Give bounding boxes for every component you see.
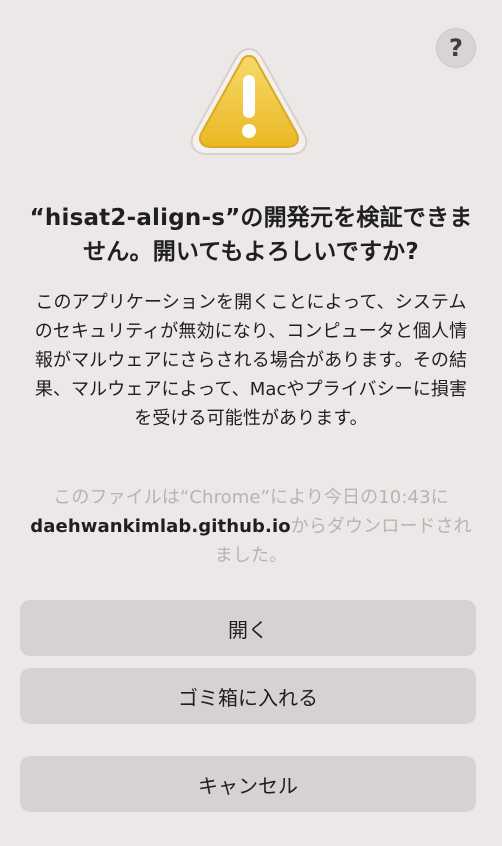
- question-mark-icon: ?: [449, 34, 463, 62]
- warning-triangle-icon: [190, 47, 308, 155]
- cancel-button-label: キャンセル: [198, 773, 298, 798]
- help-button[interactable]: ?: [436, 28, 476, 68]
- dialog-title: “hisat2-align-s”の開発元を検証できません。開いてもよろしいですか…: [29, 205, 473, 265]
- cancel-button[interactable]: キャンセル: [20, 756, 476, 812]
- move-to-trash-button[interactable]: ゴミ箱に入れる: [20, 668, 476, 724]
- security-dialog: ? “hisat2-align-s”の開発元を検証できません。開いてもよろしいで…: [0, 0, 502, 846]
- open-button[interactable]: 開く: [20, 600, 476, 656]
- dialog-message: このアプリケーションを開くことによって、システムのセキュリティが無効になり、コン…: [34, 292, 468, 429]
- source-domain: daehwankimlab.github.io: [30, 516, 291, 537]
- source-prefix: このファイルは“Chrome”により今日の10:43に: [53, 487, 449, 508]
- open-button-label: 開く: [228, 617, 268, 642]
- download-source-text: このファイルは“Chrome”により今日の10:43に daehwankimlab…: [28, 483, 474, 570]
- move-to-trash-button-label: ゴミ箱に入れる: [178, 685, 318, 710]
